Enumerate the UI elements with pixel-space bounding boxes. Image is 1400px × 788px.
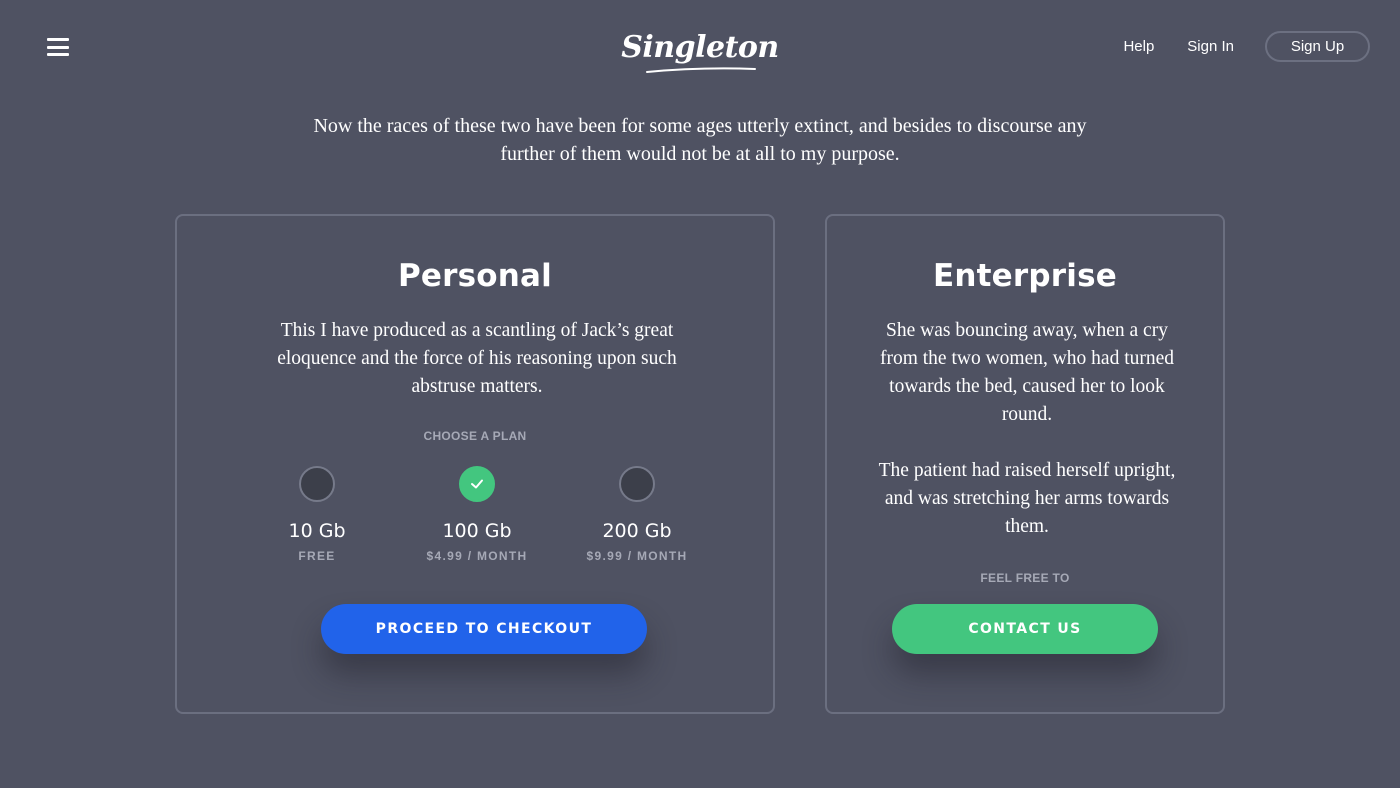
logo-underline [646, 67, 756, 73]
contact-us-button[interactable]: CONTACT US [892, 604, 1158, 654]
top-nav: Help Sign In Sign Up [1123, 31, 1370, 62]
plan-price: $9.99 / MONTH [586, 549, 688, 563]
feel-free-label: FEEL FREE TO [980, 571, 1070, 585]
enterprise-paragraph-2: The patient had raised herself upright, … [878, 460, 1176, 537]
plan-option-100gb[interactable]: 100 Gb $4.99 / MONTH [397, 466, 557, 563]
intro-text: Now the races of these two have been for… [313, 115, 1087, 165]
plan-radio[interactable] [619, 466, 655, 502]
check-icon [471, 479, 483, 489]
enterprise-paragraph-1: She was bouncing away, when a cry from t… [879, 320, 1175, 425]
plan-radio-selected[interactable] [459, 466, 495, 502]
plan-option-10gb[interactable]: 10 Gb FREE [237, 466, 397, 563]
help-link[interactable]: Help [1123, 38, 1154, 55]
plan-size: 100 Gb [442, 520, 512, 542]
plan-size: 200 Gb [602, 520, 672, 542]
enterprise-description: She was bouncing away, when a cry from t… [877, 317, 1177, 541]
plan-price: $4.99 / MONTH [426, 549, 528, 563]
plan-price: FREE [298, 549, 336, 563]
personal-card: Personal This I have produced as a scant… [175, 214, 775, 714]
enterprise-title: Enterprise [933, 258, 1117, 294]
sign-in-link[interactable]: Sign In [1187, 38, 1234, 55]
sign-up-button[interactable]: Sign Up [1265, 31, 1370, 62]
personal-description: This I have produced as a scantling of J… [277, 320, 677, 397]
enterprise-card: Enterprise She was bouncing away, when a… [825, 214, 1225, 714]
proceed-to-checkout-button[interactable]: PROCEED TO CHECKOUT [321, 604, 647, 654]
plan-option-200gb[interactable]: 200 Gb $9.99 / MONTH [557, 466, 717, 563]
choose-plan-label: CHOOSE A PLAN [423, 429, 527, 443]
plan-radio[interactable] [299, 466, 335, 502]
personal-title: Personal [398, 258, 552, 294]
plan-size: 10 Gb [288, 520, 346, 542]
